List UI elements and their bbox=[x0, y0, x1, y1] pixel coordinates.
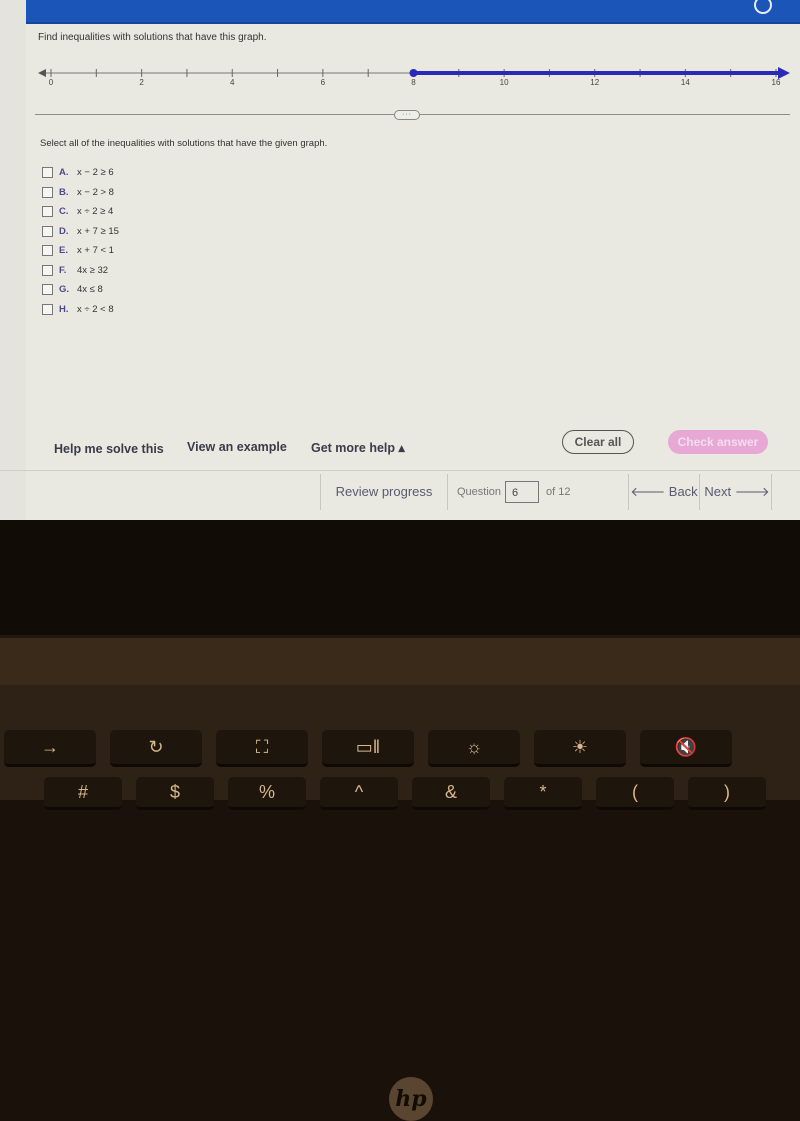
option-letter: H. bbox=[59, 303, 69, 315]
keyboard-key: ^ bbox=[320, 777, 398, 810]
keyboard-key: % bbox=[228, 777, 306, 810]
review-progress-button[interactable]: Review progress bbox=[320, 474, 448, 510]
tick-label: 0 bbox=[49, 78, 54, 87]
checkbox[interactable] bbox=[42, 206, 53, 217]
answer-option[interactable]: F. 4x ≥ 32 bbox=[42, 264, 109, 276]
browser-screen: Find inequalities with solutions that ha… bbox=[0, 0, 800, 520]
keyboard-key: & bbox=[412, 777, 490, 810]
keyboard-key: $ bbox=[136, 777, 214, 810]
clear-all-button[interactable]: Clear all bbox=[562, 430, 634, 454]
option-text: x + 7 ≥ 15 bbox=[77, 225, 119, 237]
checkbox[interactable] bbox=[42, 264, 53, 276]
hp-logo: hp bbox=[389, 1077, 433, 1121]
checkbox[interactable] bbox=[42, 167, 53, 178]
right-arrow bbox=[778, 67, 790, 79]
top-header-bar bbox=[26, 0, 800, 24]
question-total: of 12 bbox=[546, 486, 571, 498]
keyboard-key: ) bbox=[688, 777, 766, 810]
option-text: x − 2 > 8 bbox=[77, 186, 114, 198]
option-text: 4x ≤ 8 bbox=[77, 284, 103, 295]
answer-option[interactable]: B. x − 2 > 8 bbox=[42, 186, 114, 198]
answer-option[interactable]: A. x − 2 ≥ 6 bbox=[42, 167, 114, 178]
keyboard-key: * bbox=[504, 777, 582, 810]
tick-label: 12 bbox=[590, 78, 599, 87]
check-answer-button[interactable]: Check answer bbox=[668, 430, 768, 454]
drag-handle[interactable]: ··· bbox=[394, 110, 420, 120]
keyboard-key: ☀ bbox=[534, 730, 626, 767]
help-me-solve-link[interactable]: Help me solve this bbox=[54, 442, 164, 456]
back-button[interactable]: 🡐 Back bbox=[628, 474, 700, 510]
option-text: 4x ≥ 32 bbox=[77, 264, 109, 276]
checkbox[interactable] bbox=[42, 225, 53, 237]
keyboard-key: ▭‖ bbox=[322, 730, 414, 767]
option-letter: C. bbox=[59, 206, 69, 217]
tick-label: 8 bbox=[411, 78, 416, 87]
checkbox[interactable] bbox=[42, 245, 53, 256]
checkbox[interactable] bbox=[42, 303, 53, 315]
checkbox[interactable] bbox=[42, 186, 53, 198]
keyboard-key: ↻ bbox=[110, 730, 202, 767]
question-label: Question bbox=[457, 486, 502, 498]
answer-option[interactable]: D. x + 7 ≥ 15 bbox=[42, 225, 119, 237]
question-prompt: Find inequalities with solutions that ha… bbox=[38, 32, 267, 43]
instruction-text: Select all of the inequalities with solu… bbox=[40, 138, 328, 149]
option-letter: D. bbox=[59, 225, 69, 237]
option-text: x ÷ 2 < 8 bbox=[77, 303, 114, 315]
option-letter: A. bbox=[59, 167, 69, 178]
keyboard: → ↻ ⛶ ▭‖ ☼ ☀ 🔇 # $% ^ & * () bbox=[0, 685, 800, 810]
tick-label: 16 bbox=[772, 78, 781, 87]
number-line: 0 2 4 6 8 10 12 14 16 bbox=[38, 67, 790, 87]
left-margin bbox=[0, 0, 26, 520]
keyboard-key: ☼ bbox=[428, 730, 520, 767]
option-text: x ÷ 2 ≥ 4 bbox=[77, 206, 114, 217]
keyboard-key: ( bbox=[596, 777, 674, 810]
laptop-bezel: hp bbox=[0, 520, 800, 1121]
footer-divider bbox=[0, 470, 800, 471]
keyboard-key: → bbox=[4, 730, 96, 767]
next-button[interactable]: Next 🡒 bbox=[703, 474, 772, 510]
gear-icon[interactable] bbox=[754, 0, 772, 14]
answer-option[interactable]: G. 4x ≤ 8 bbox=[42, 284, 103, 295]
option-letter: E. bbox=[59, 245, 68, 256]
left-arrow bbox=[38, 69, 46, 77]
tick-label: 4 bbox=[230, 78, 235, 87]
view-example-link[interactable]: View an example bbox=[187, 440, 287, 454]
answer-option[interactable]: C. x ÷ 2 ≥ 4 bbox=[42, 206, 113, 217]
keyboard-key: # bbox=[44, 777, 122, 810]
answer-option[interactable]: H. x ÷ 2 < 8 bbox=[42, 303, 114, 315]
keyboard-key: 🔇 bbox=[640, 730, 732, 767]
question-number-input[interactable]: 6 bbox=[505, 481, 539, 503]
laptop-hinge bbox=[0, 635, 800, 688]
closed-endpoint bbox=[409, 69, 418, 77]
keyboard-key: ⛶ bbox=[216, 730, 308, 767]
tick-label: 6 bbox=[321, 78, 326, 87]
get-more-help-link[interactable]: Get more help ▴ bbox=[311, 440, 405, 455]
option-letter: G. bbox=[59, 284, 70, 295]
option-letter: B. bbox=[59, 186, 69, 198]
option-letter: F. bbox=[59, 264, 67, 276]
option-text: x + 7 < 1 bbox=[77, 245, 114, 256]
tick-label: 14 bbox=[681, 78, 690, 87]
answer-option[interactable]: E. x + 7 < 1 bbox=[42, 245, 114, 256]
option-text: x − 2 ≥ 6 bbox=[77, 167, 114, 178]
checkbox[interactable] bbox=[42, 284, 53, 295]
tick-label: 2 bbox=[139, 78, 144, 87]
tick-label: 10 bbox=[500, 78, 509, 87]
